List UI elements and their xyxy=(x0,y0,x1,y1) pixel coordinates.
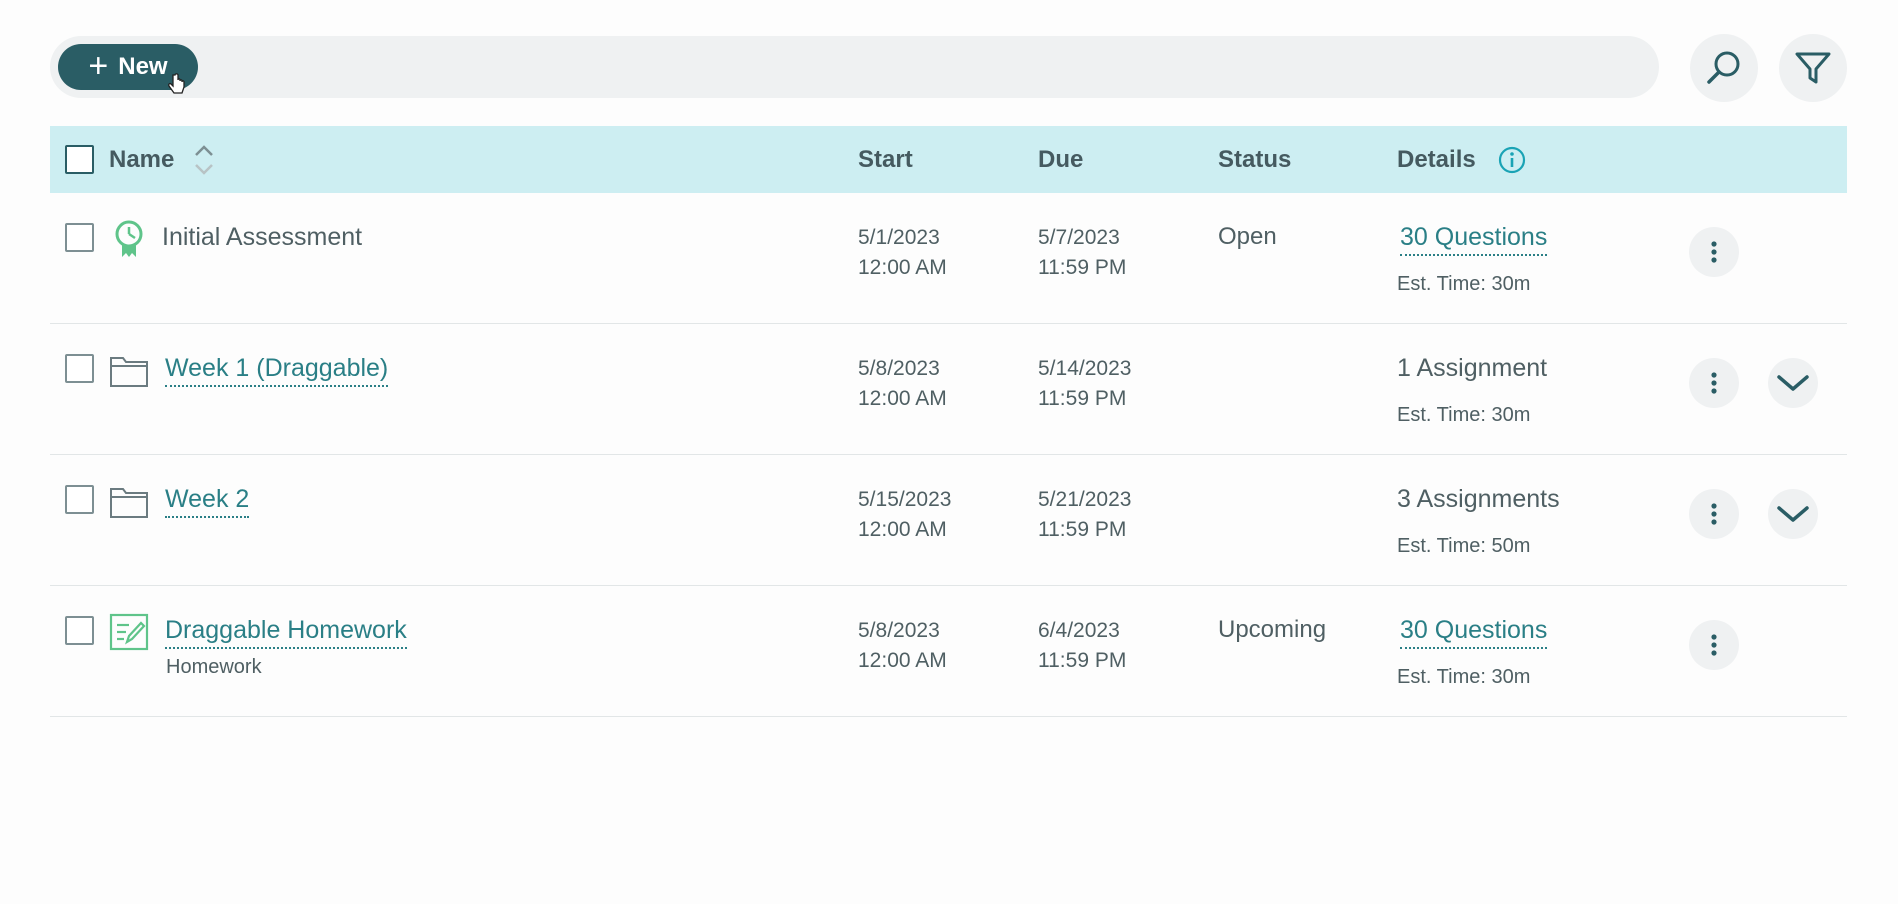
start-date: 5/8/2023 12:00 AM xyxy=(858,619,947,672)
assignment-count: 3 Assignments xyxy=(1397,485,1560,513)
row-name-link[interactable]: Week 2 xyxy=(165,485,250,518)
due-column-header: Due xyxy=(1038,145,1084,173)
filter-button[interactable] xyxy=(1779,34,1847,102)
details-column-header: Details xyxy=(1397,126,1526,193)
start-date: 5/1/2023 12:00 AM xyxy=(858,226,947,279)
row-name-link[interactable]: Draggable Homework xyxy=(165,616,407,649)
est-time: Est. Time: 30m xyxy=(1397,273,1531,295)
new-button-label: New xyxy=(118,53,168,80)
hand-cursor-icon xyxy=(168,73,185,94)
row-checkbox[interactable] xyxy=(65,485,94,514)
questions-link[interactable]: 30 Questions xyxy=(1400,616,1548,649)
row-checkbox[interactable] xyxy=(65,616,94,645)
status-column-header: Status xyxy=(1218,145,1292,173)
table-row: Initial Assessment 5/1/2023 12:00 AM 5/7… xyxy=(50,193,1847,324)
est-time: Est. Time: 50m xyxy=(1397,535,1531,557)
row-checkbox[interactable] xyxy=(65,223,94,252)
item-type-label: Homework xyxy=(166,656,262,678)
kebab-icon xyxy=(1711,241,1717,263)
table-row: Week 1 (Draggable) 5/8/2023 12:00 AM 5/1… xyxy=(50,324,1847,455)
filter-icon xyxy=(1795,52,1831,84)
chevron-down-icon xyxy=(1777,506,1809,522)
kebab-icon xyxy=(1711,372,1717,394)
folder-icon xyxy=(110,357,148,387)
search-button[interactable] xyxy=(1690,34,1758,102)
due-date: 5/14/2023 11:59 PM xyxy=(1038,357,1132,410)
assignment-count: 1 Assignment xyxy=(1397,354,1548,382)
status-text: Open xyxy=(1218,223,1277,250)
more-options-button[interactable] xyxy=(1689,489,1739,539)
kebab-icon xyxy=(1711,634,1717,656)
more-options-button[interactable] xyxy=(1689,227,1739,277)
row-checkbox[interactable] xyxy=(65,354,94,383)
homework-icon xyxy=(109,613,149,651)
assessment-icon xyxy=(115,220,143,257)
due-date: 5/21/2023 11:59 PM xyxy=(1038,488,1132,541)
name-column-header[interactable]: Name xyxy=(109,126,216,193)
table-header: Name Start Due Status Details xyxy=(50,126,1847,193)
questions-link[interactable]: 30 Questions xyxy=(1400,223,1548,256)
start-date: 5/8/2023 12:00 AM xyxy=(858,357,947,410)
due-date: 5/7/2023 11:59 PM xyxy=(1038,226,1127,279)
start-date: 5/15/2023 12:00 AM xyxy=(858,488,952,541)
sort-icon[interactable] xyxy=(192,143,216,177)
more-options-button[interactable] xyxy=(1689,358,1739,408)
row-name-link[interactable]: Week 1 (Draggable) xyxy=(165,354,389,387)
select-all-checkbox[interactable] xyxy=(65,145,94,174)
est-time: Est. Time: 30m xyxy=(1397,666,1531,688)
status-text: Upcoming xyxy=(1218,616,1327,643)
due-date: 6/4/2023 11:59 PM xyxy=(1038,619,1127,672)
toolbar: + New xyxy=(50,36,1659,98)
plus-icon: + xyxy=(88,46,109,85)
expand-button[interactable] xyxy=(1768,489,1818,539)
more-options-button[interactable] xyxy=(1689,620,1739,670)
est-time: Est. Time: 30m xyxy=(1397,404,1531,426)
search-icon xyxy=(1707,51,1740,84)
table-row: Draggable Homework Homework 5/8/2023 12:… xyxy=(50,586,1847,717)
kebab-icon xyxy=(1711,503,1717,525)
row-name: Initial Assessment xyxy=(162,223,363,251)
info-icon[interactable] xyxy=(1498,146,1526,174)
chevron-down-icon xyxy=(1777,375,1809,391)
start-column-header: Start xyxy=(858,145,913,173)
folder-icon xyxy=(110,488,148,518)
expand-button[interactable] xyxy=(1768,358,1818,408)
table-row: Week 2 5/15/2023 12:00 AM 5/21/2023 11:5… xyxy=(50,455,1847,586)
